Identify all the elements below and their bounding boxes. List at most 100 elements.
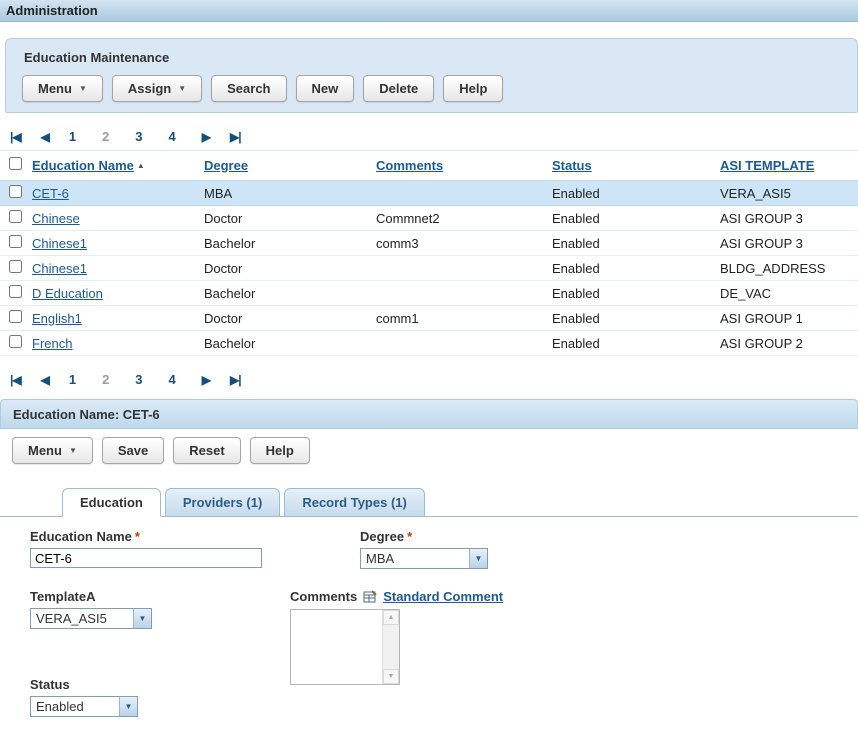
table-row[interactable]: Chinese Doctor Commnet2 Enabled ASI GROU… <box>0 205 858 231</box>
status-cell: Enabled <box>548 255 716 281</box>
col-header-comments[interactable]: Comments <box>376 158 443 173</box>
table-row[interactable]: Chinese1 Bachelor comm3 Enabled ASI GROU… <box>0 230 858 256</box>
assign-button-label: Assign <box>127 81 172 96</box>
table-row[interactable]: CET-6 MBA Enabled VERA_ASI5 <box>0 180 858 206</box>
dropdown-arrow-icon: ▼ <box>78 84 87 93</box>
page-4-link[interactable]: 4 <box>169 372 176 387</box>
detail-menu-button[interactable]: Menu ▼ <box>12 437 93 464</box>
education-name-link[interactable]: D Education <box>32 286 103 301</box>
table-row[interactable]: Chinese1 Doctor Enabled BLDG_ADDRESS <box>0 255 858 281</box>
page-1-link[interactable]: 1 <box>69 372 76 387</box>
page-1-link[interactable]: 1 <box>69 129 76 144</box>
assign-button[interactable]: Assign ▼ <box>111 75 203 102</box>
next-page-icon[interactable]: ▶ <box>202 373 211 387</box>
row-checkbox[interactable] <box>9 185 22 198</box>
first-page-icon[interactable]: |◀ <box>10 130 22 144</box>
education-name-input[interactable] <box>30 548 262 568</box>
degree-cell: Bachelor <box>200 230 372 256</box>
next-page-icon[interactable]: ▶ <box>202 130 211 144</box>
degree-label: Degree * <box>360 529 488 544</box>
row-checkbox[interactable] <box>9 310 22 323</box>
status-select[interactable]: Enabled ▼ <box>30 696 138 717</box>
education-name-link[interactable]: English1 <box>32 311 82 326</box>
row-checkbox[interactable] <box>9 335 22 348</box>
comments-cell <box>372 280 548 306</box>
last-page-icon[interactable]: ▶| <box>230 130 242 144</box>
comments-textarea[interactable]: ▲ ▼ <box>290 609 400 685</box>
degree-select-value: MBA <box>366 551 395 566</box>
menu-button[interactable]: Menu ▼ <box>22 75 103 102</box>
page-2-current: 2 <box>102 129 110 144</box>
page-3-link[interactable]: 3 <box>135 372 142 387</box>
new-button[interactable]: New <box>295 75 355 102</box>
prev-page-icon[interactable]: ◀ <box>41 373 50 387</box>
education-name-link[interactable]: French <box>32 336 72 351</box>
table-row[interactable]: French Bachelor Enabled ASI GROUP 2 <box>0 330 858 356</box>
education-name-link[interactable]: Chinese1 <box>32 236 87 251</box>
col-header-degree[interactable]: Degree <box>204 158 248 173</box>
delete-button-label: Delete <box>379 81 419 96</box>
page-3-link[interactable]: 3 <box>135 129 142 144</box>
row-checkbox[interactable] <box>9 235 22 248</box>
label-text: Education Name <box>30 529 132 544</box>
reset-button[interactable]: Reset <box>173 437 241 464</box>
row-checkbox[interactable] <box>9 260 22 273</box>
template-cell: ASI GROUP 3 <box>716 205 858 231</box>
status-cell: Enabled <box>548 180 716 206</box>
table-row[interactable]: D Education Bachelor Enabled DE_VAC <box>0 280 858 306</box>
menu-button-label: Menu <box>28 443 62 458</box>
standard-comment-link[interactable]: Standard Comment <box>383 589 503 604</box>
template-select-value: VERA_ASI5 <box>36 611 107 626</box>
education-name-link[interactable]: Chinese1 <box>32 261 87 276</box>
toolbar: Menu ▼ Assign ▼ Search New Delete Help <box>22 75 847 102</box>
tab-label: Education <box>80 495 143 510</box>
tab-providers[interactable]: Providers (1) <box>164 488 281 517</box>
tab-education[interactable]: Education <box>62 488 161 517</box>
dropdown-arrow-icon: ▼ <box>68 446 77 455</box>
search-button[interactable]: Search <box>211 75 287 102</box>
delete-button[interactable]: Delete <box>363 75 435 102</box>
reset-button-label: Reset <box>189 443 225 458</box>
tabstrip: Education Providers (1) Record Types (1) <box>0 488 858 517</box>
select-all-checkbox[interactable] <box>9 157 22 170</box>
save-button-label: Save <box>117 443 149 458</box>
row-checkbox[interactable] <box>9 285 22 298</box>
status-cell: Enabled <box>548 205 716 231</box>
detail-toolbar: Menu ▼ Save Reset Help <box>12 437 858 464</box>
scroll-down-icon[interactable]: ▼ <box>383 669 399 684</box>
education-name-link[interactable]: CET-6 <box>32 186 69 201</box>
template-select[interactable]: VERA_ASI5 ▼ <box>30 608 152 629</box>
select-arrow-icon: ▼ <box>133 609 151 628</box>
col-header-education-name[interactable]: Education Name <box>32 158 134 173</box>
menu-button-label: Menu <box>38 81 72 96</box>
template-cell: BLDG_ADDRESS <box>716 255 858 281</box>
detail-help-button[interactable]: Help <box>249 437 310 464</box>
education-name-link[interactable]: Chinese <box>32 211 80 226</box>
degree-select[interactable]: MBA ▼ <box>360 548 488 569</box>
page-4-link[interactable]: 4 <box>169 129 176 144</box>
template-label: TemplateA <box>30 589 96 604</box>
template-cell: VERA_ASI5 <box>716 180 858 206</box>
comments-cell: Commnet2 <box>372 205 548 231</box>
first-page-icon[interactable]: |◀ <box>10 373 22 387</box>
education-maintenance-panel: Education Maintenance Menu ▼ Assign ▼ Se… <box>5 38 858 113</box>
tab-record-types[interactable]: Record Types (1) <box>284 488 425 517</box>
prev-page-icon[interactable]: ◀ <box>41 130 50 144</box>
col-header-asi-template[interactable]: ASI TEMPLATE <box>720 158 814 173</box>
comments-cell <box>372 255 548 281</box>
scroll-up-icon[interactable]: ▲ <box>383 610 399 625</box>
comments-cell <box>372 180 548 206</box>
table-row[interactable]: English1 Doctor comm1 Enabled ASI GROUP … <box>0 305 858 331</box>
save-button[interactable]: Save <box>101 437 165 464</box>
required-marker: * <box>407 529 413 544</box>
col-header-status[interactable]: Status <box>552 158 592 173</box>
select-arrow-icon: ▼ <box>119 697 137 716</box>
standard-comment-icon[interactable] <box>363 589 377 604</box>
help-button[interactable]: Help <box>443 75 504 102</box>
last-page-icon[interactable]: ▶| <box>230 373 242 387</box>
degree-cell: Doctor <box>200 255 372 281</box>
search-button-label: Search <box>227 81 271 96</box>
textarea-scrollbar[interactable]: ▲ ▼ <box>382 610 399 684</box>
row-checkbox[interactable] <box>9 210 22 223</box>
comments-cell: comm1 <box>372 305 548 331</box>
